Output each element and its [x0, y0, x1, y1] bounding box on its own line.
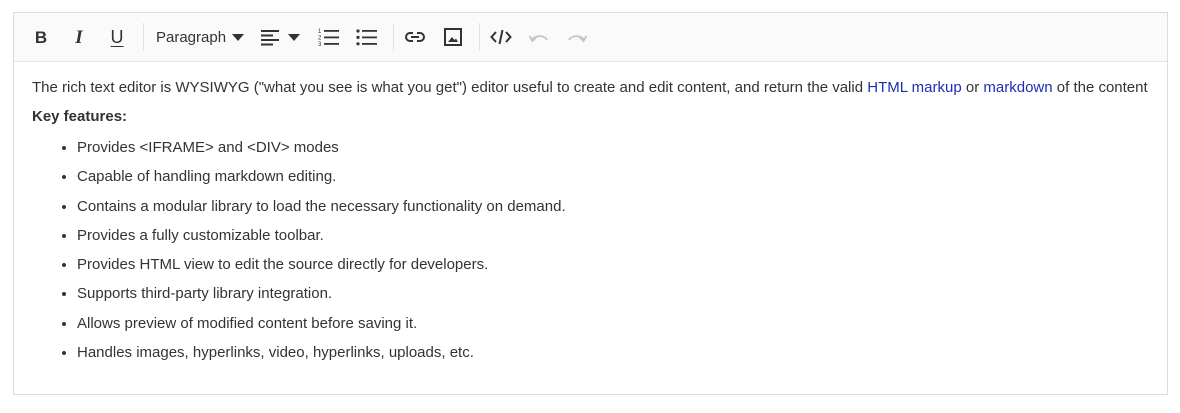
list-item: Contains a modular library to load the n…	[77, 198, 1149, 216]
ordered-list-icon: 1 2 3	[318, 29, 340, 47]
ordered-list-button[interactable]: 1 2 3	[314, 22, 344, 52]
html-markup-link[interactable]: HTML markup	[867, 79, 961, 96]
redo-icon	[568, 35, 588, 43]
svg-text:1: 1	[318, 29, 322, 35]
undo-icon	[528, 35, 548, 43]
markdown-link[interactable]: markdown	[983, 79, 1052, 96]
underline-button[interactable]: U	[102, 22, 132, 52]
unordered-list-button[interactable]	[352, 22, 382, 52]
features-list: Provides <IFRAME> and <DIV> modes Capabl…	[32, 139, 1149, 362]
chevron-down-icon	[232, 33, 245, 41]
svg-text:2: 2	[318, 36, 322, 42]
source-code-icon	[490, 29, 512, 45]
bold-icon: B	[34, 27, 48, 47]
intro-text-between: or	[961, 79, 984, 96]
intro-paragraph: The rich text editor is WYSIWYG ("what y…	[32, 79, 1149, 97]
list-item: Allows preview of modified content befor…	[77, 315, 1149, 333]
underline-icon: U	[110, 27, 124, 47]
bold-button[interactable]: B	[26, 22, 56, 52]
format-dropdown[interactable]: Paragraph	[150, 22, 250, 52]
svg-text:3: 3	[318, 42, 322, 47]
source-code-button[interactable]	[486, 22, 516, 52]
intro-text-after: of the content	[1052, 79, 1148, 96]
image-icon	[444, 28, 463, 46]
italic-button[interactable]: I	[64, 22, 94, 52]
format-dropdown-label: Paragraph	[156, 28, 227, 46]
redo-button[interactable]	[562, 22, 592, 52]
editor-toolbar: B I U Paragraph 1 2 3	[14, 13, 1167, 62]
list-item: Handles images, hyperlinks, video, hyper…	[77, 344, 1149, 362]
alignment-dropdown[interactable]	[260, 22, 306, 52]
link-icon	[405, 32, 426, 42]
toolbar-separator	[479, 23, 481, 51]
rich-text-editor: B I U Paragraph 1 2 3 The rich text edit…	[13, 12, 1168, 395]
insert-image-button[interactable]	[438, 22, 468, 52]
unordered-list-icon	[356, 29, 378, 46]
list-item: Provides <IFRAME> and <DIV> modes	[77, 139, 1149, 157]
key-features-heading: Key features:	[32, 108, 128, 125]
list-item: Supports third-party library integration…	[77, 285, 1149, 303]
toolbar-separator	[393, 23, 395, 51]
align-left-icon	[261, 30, 280, 46]
chevron-down-icon	[288, 33, 301, 41]
italic-icon: I	[75, 26, 83, 48]
list-item: Provides HTML view to edit the source di…	[77, 256, 1149, 274]
list-item: Provides a fully customizable toolbar.	[77, 227, 1149, 245]
intro-text-before: The rich text editor is WYSIWYG ("what y…	[32, 79, 868, 96]
undo-button[interactable]	[524, 22, 554, 52]
list-item: Capable of handling markdown editing.	[77, 168, 1149, 186]
editor-content-area[interactable]: The rich text editor is WYSIWYG ("what y…	[14, 62, 1167, 362]
insert-link-button[interactable]	[400, 22, 430, 52]
toolbar-separator	[143, 23, 144, 51]
